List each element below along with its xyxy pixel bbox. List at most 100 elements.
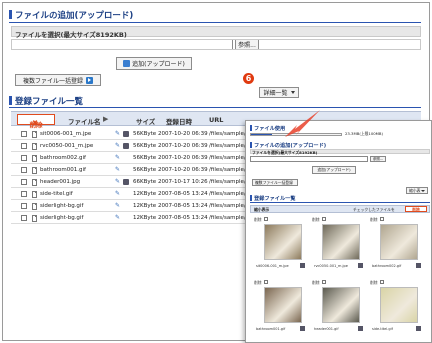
row-checkbox[interactable] [21, 131, 27, 137]
row-url: /files/sample/b [209, 167, 250, 173]
edit-icon[interactable]: ✎ [115, 142, 120, 149]
thumbnail-image[interactable] [264, 224, 302, 260]
row-date: 2007-10-20 06:39 [158, 155, 208, 161]
table-row: siderlight-bg.gif ✎ 12KByte 2007-08-05 1… [11, 200, 249, 212]
row-file-name[interactable]: sit0006-001_m.jpe [40, 131, 91, 137]
thumbnail-caption[interactable]: side-titel.gif [372, 327, 393, 331]
thumbnail-image[interactable] [322, 287, 360, 323]
file-icon [32, 155, 37, 162]
row-checkbox[interactable] [21, 179, 27, 185]
delete-button[interactable]: ✖ 削除 [17, 114, 55, 129]
row-checkbox[interactable] [21, 215, 27, 221]
overlay-list-rule [250, 202, 430, 203]
edit-icon[interactable]: ✎ [115, 130, 120, 137]
row-file-name[interactable]: rvc0050-001_m.jpe [40, 143, 93, 149]
thumb-edit-icon[interactable] [300, 326, 305, 331]
row-size: 56KByte [133, 131, 157, 137]
upload-title: ファイルの追加(アップロード) [9, 9, 133, 21]
table-row: sit0006-001_m.jpe ✎ 56KByte 2007-10-20 0… [11, 128, 249, 140]
edit-icon[interactable]: ✎ [115, 154, 120, 161]
row-file-name[interactable]: side-titel.gif [40, 191, 73, 197]
thumb-edit-icon[interactable] [358, 326, 363, 331]
thumbnail-image[interactable] [380, 287, 418, 323]
row-file-name[interactable]: bathroom001.gif [40, 167, 86, 173]
upload-label-bar: ファイルを選択(最大サイズ8192KB) [11, 26, 421, 39]
upload-icon [123, 60, 131, 67]
thumb-edit-icon[interactable] [300, 263, 305, 268]
edit-icon[interactable]: ✎ [115, 202, 120, 209]
col-name-header[interactable]: ファイル名 [68, 116, 101, 126]
overlay-browse-button[interactable]: 参照... [370, 156, 386, 162]
callout-arrow-icon [285, 110, 320, 137]
row-file-name[interactable]: bathroom002.gif [40, 155, 86, 161]
arrow-right-icon [86, 76, 93, 84]
row-size: 56KByte [133, 143, 157, 149]
row-file-name[interactable]: siderlight-bg.gif [40, 215, 83, 221]
thumb-checkbox[interactable] [380, 217, 384, 221]
thumb-checkbox[interactable] [264, 217, 268, 221]
row-url: /files/sample/r [209, 143, 249, 149]
thumbnail-caption[interactable]: bathroom001.gif [256, 327, 285, 331]
thumbnail-image[interactable] [322, 224, 360, 260]
thumb-edit-icon[interactable] [416, 326, 421, 331]
edit-icon[interactable]: ✎ [115, 178, 120, 185]
row-checkbox[interactable] [21, 191, 27, 197]
thumbnail-caption[interactable]: bathroom002.gif [372, 264, 401, 268]
file-list-title: 登録ファイル一覧 [9, 95, 83, 107]
file-icon [32, 191, 37, 198]
overlay-view-label: 縮小表 [409, 188, 421, 193]
thumb-edit-icon[interactable] [358, 263, 363, 268]
thumb-checkbox[interactable] [322, 280, 326, 284]
thumb-checkbox[interactable] [322, 217, 326, 221]
image-preview-icon[interactable] [123, 131, 129, 137]
image-preview-icon[interactable] [123, 179, 129, 185]
row-size: 56KByte [133, 167, 157, 173]
edit-icon[interactable]: ✎ [115, 214, 120, 221]
edit-icon[interactable]: ✎ [115, 190, 120, 197]
overlay-list-header: 縮小表示 チェックしたファイルを 削除 [250, 205, 430, 213]
thumb-checkbox[interactable] [380, 280, 384, 284]
table-row: side-titel.gif ✎ 12KByte 2007-08-05 13:2… [11, 188, 249, 200]
table-row: rvc0050-001_m.jpe ✎ 56KByte 2007-10-20 0… [11, 140, 249, 152]
view-mode-label: 詳細一覧 [263, 90, 288, 97]
overlay-view-select[interactable]: 縮小表 [406, 187, 428, 194]
row-checkbox[interactable] [21, 155, 27, 161]
bulk-register-button[interactable]: 複数ファイル一括登録 [15, 74, 101, 86]
row-file-name[interactable]: header001.jpg [40, 179, 80, 185]
overlay-bulk-button[interactable]: 複数ファイル一括登録 [252, 179, 298, 186]
row-file-name[interactable]: siderlight-bg.gif [40, 203, 83, 209]
view-mode-select[interactable]: 詳細一覧 [259, 87, 299, 98]
thumb-edit-icon[interactable] [416, 263, 421, 268]
file-icon [32, 143, 37, 150]
row-url: /files/sample/s [209, 203, 249, 209]
thumbnail-image[interactable] [264, 287, 302, 323]
row-checkbox[interactable] [21, 143, 27, 149]
row-checkbox[interactable] [21, 203, 27, 209]
upload-submit-button[interactable]: 追加(アップロード) [116, 57, 192, 70]
thumbnail-caption[interactable]: sit0006-001_m.jpe [256, 264, 289, 268]
image-preview-icon[interactable] [123, 143, 129, 149]
overlay-file-input[interactable] [250, 156, 368, 162]
thumb-delete-label: 削除 [312, 280, 320, 285]
edit-icon[interactable]: ✎ [115, 166, 120, 173]
thumb-checkbox[interactable] [264, 280, 268, 284]
file-icon [32, 215, 37, 222]
overlay-delete-button[interactable]: 削除 [405, 206, 427, 212]
col-url-header: URL [209, 116, 224, 124]
row-date: 2007-08-05 13:24 [158, 203, 208, 209]
row-checkbox[interactable] [21, 167, 27, 173]
file-icon [32, 131, 37, 138]
sort-arrow-icon[interactable]: ▶ [103, 115, 108, 123]
row-size: 56KByte [133, 155, 157, 161]
row-date: 2007-08-05 13:24 [158, 191, 208, 197]
row-url: /files/sample/b [209, 155, 250, 161]
row-size: 12KByte [133, 215, 157, 221]
table-row: bathroom002.gif ✎ 56KByte 2007-10-20 06:… [11, 152, 250, 164]
thumbnail-caption[interactable]: rvc0050-001_m.jpe [314, 264, 348, 268]
overlay-upload-button[interactable]: 追加(アップロード) [312, 166, 356, 174]
thumb-delete-label: 削除 [370, 280, 378, 285]
thumbnail-caption[interactable]: header001.gif [314, 327, 339, 331]
thumbnail-image[interactable] [380, 224, 418, 260]
row-date: 2007-10-20 06:39 [158, 167, 208, 173]
row-date: 2007-10-20 06:39 [158, 143, 208, 149]
